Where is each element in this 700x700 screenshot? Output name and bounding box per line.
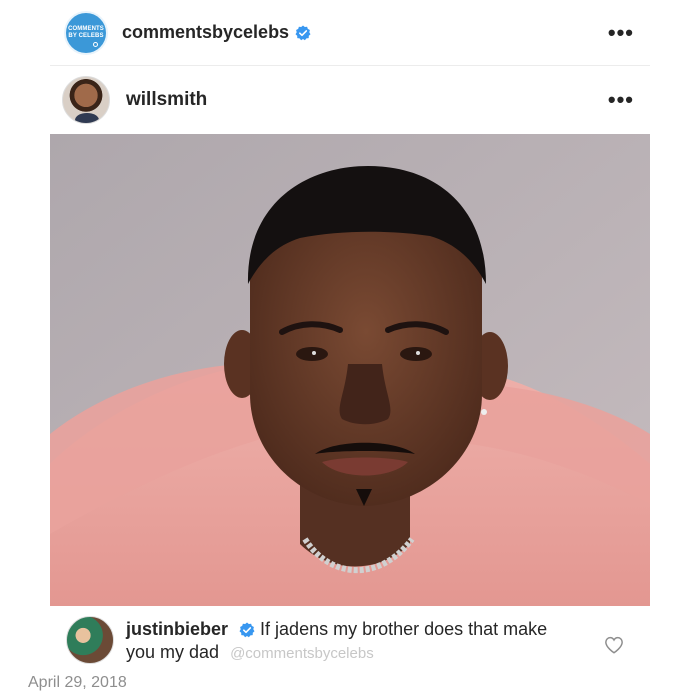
inner-more-options-button[interactable]: ••• bbox=[608, 89, 634, 111]
justinbieber-avatar[interactable] bbox=[66, 616, 114, 664]
commentsbycelebs-avatar[interactable]: COMMENTS BY CELEBS bbox=[64, 10, 108, 55]
post-photo[interactable] bbox=[50, 134, 650, 606]
logo-bubble-icon bbox=[93, 41, 98, 47]
comment-body: justinbieber If jadens my brother does t… bbox=[126, 618, 566, 665]
comment-username[interactable]: justinbieber bbox=[126, 619, 228, 639]
inner-username[interactable]: willsmith bbox=[126, 89, 207, 111]
inner-post-header: willsmith ••• bbox=[50, 66, 650, 134]
willsmith-avatar[interactable] bbox=[62, 76, 110, 124]
outer-post-header: COMMENTS BY CELEBS commentsbycelebs ••• bbox=[50, 0, 650, 66]
heart-outline-icon[interactable] bbox=[604, 636, 624, 654]
verified-badge-icon bbox=[295, 25, 311, 41]
post-date: April 29, 2018 bbox=[28, 674, 127, 691]
portrait-illustration bbox=[50, 134, 650, 606]
outer-more-options-button[interactable]: ••• bbox=[608, 21, 634, 44]
screenshot: COMMENTS BY CELEBS commentsbycelebs ••• … bbox=[0, 0, 700, 700]
logo-text-line2: BY CELEBS bbox=[68, 32, 104, 39]
watermark-text: @commentsbycelebs bbox=[230, 645, 374, 662]
verified-badge-icon bbox=[239, 622, 255, 638]
outer-username[interactable]: commentsbycelebs bbox=[122, 22, 289, 43]
comment-row: justinbieber If jadens my brother does t… bbox=[50, 610, 650, 672]
logo-text-line1: COMMENTS bbox=[68, 25, 104, 32]
